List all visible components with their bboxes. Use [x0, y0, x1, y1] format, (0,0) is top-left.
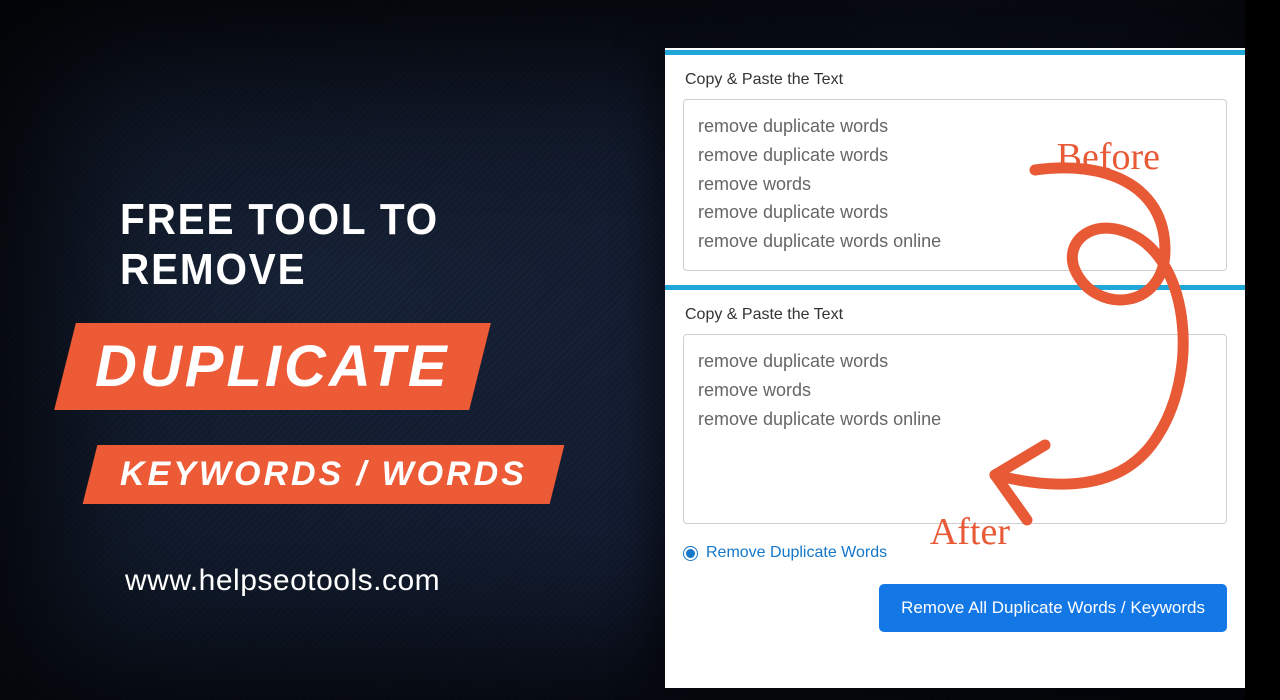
right-black-bar: [1245, 0, 1280, 700]
promo-headline: FREE TOOL TO REMOVE DUPLICATE KEYWORDS /…: [65, 195, 625, 598]
before-card: Copy & Paste the Text remove duplicate w…: [665, 50, 1245, 279]
pill1-text: DUPLICATE: [95, 333, 450, 400]
after-card: Copy & Paste the Text remove duplicate w…: [665, 285, 1245, 532]
before-textarea[interactable]: remove duplicate words remove duplicate …: [683, 99, 1227, 271]
remove-all-button[interactable]: Remove All Duplicate Words / Keywords: [879, 584, 1227, 632]
list-item: remove duplicate words online: [698, 405, 1212, 434]
headline-pill-keywords: KEYWORDS / WORDS: [83, 445, 565, 504]
list-item: remove duplicate words: [698, 347, 1212, 376]
remove-duplicate-radio[interactable]: [683, 546, 698, 561]
option-label[interactable]: Remove Duplicate Words: [706, 544, 887, 562]
after-label: Copy & Paste the Text: [683, 300, 1227, 334]
list-item: remove words: [698, 170, 1212, 199]
list-item: remove duplicate words: [698, 141, 1212, 170]
headline-pill-duplicate: DUPLICATE: [54, 323, 490, 410]
tool-panel: Copy & Paste the Text remove duplicate w…: [665, 48, 1245, 688]
button-row: Remove All Duplicate Words / Keywords: [665, 564, 1245, 644]
after-textarea[interactable]: remove duplicate words remove words remo…: [683, 334, 1227, 524]
list-item: remove words: [698, 376, 1212, 405]
headline-line1: FREE TOOL TO REMOVE: [120, 195, 585, 295]
option-row: Remove Duplicate Words: [665, 538, 1245, 564]
before-label: Copy & Paste the Text: [683, 65, 1227, 99]
list-item: remove duplicate words online: [698, 227, 1212, 256]
site-url: www.helpseotools.com: [125, 564, 625, 598]
list-item: remove duplicate words: [698, 112, 1212, 141]
pill2-text: KEYWORDS / WORDS: [120, 455, 527, 494]
list-item: remove duplicate words: [698, 198, 1212, 227]
